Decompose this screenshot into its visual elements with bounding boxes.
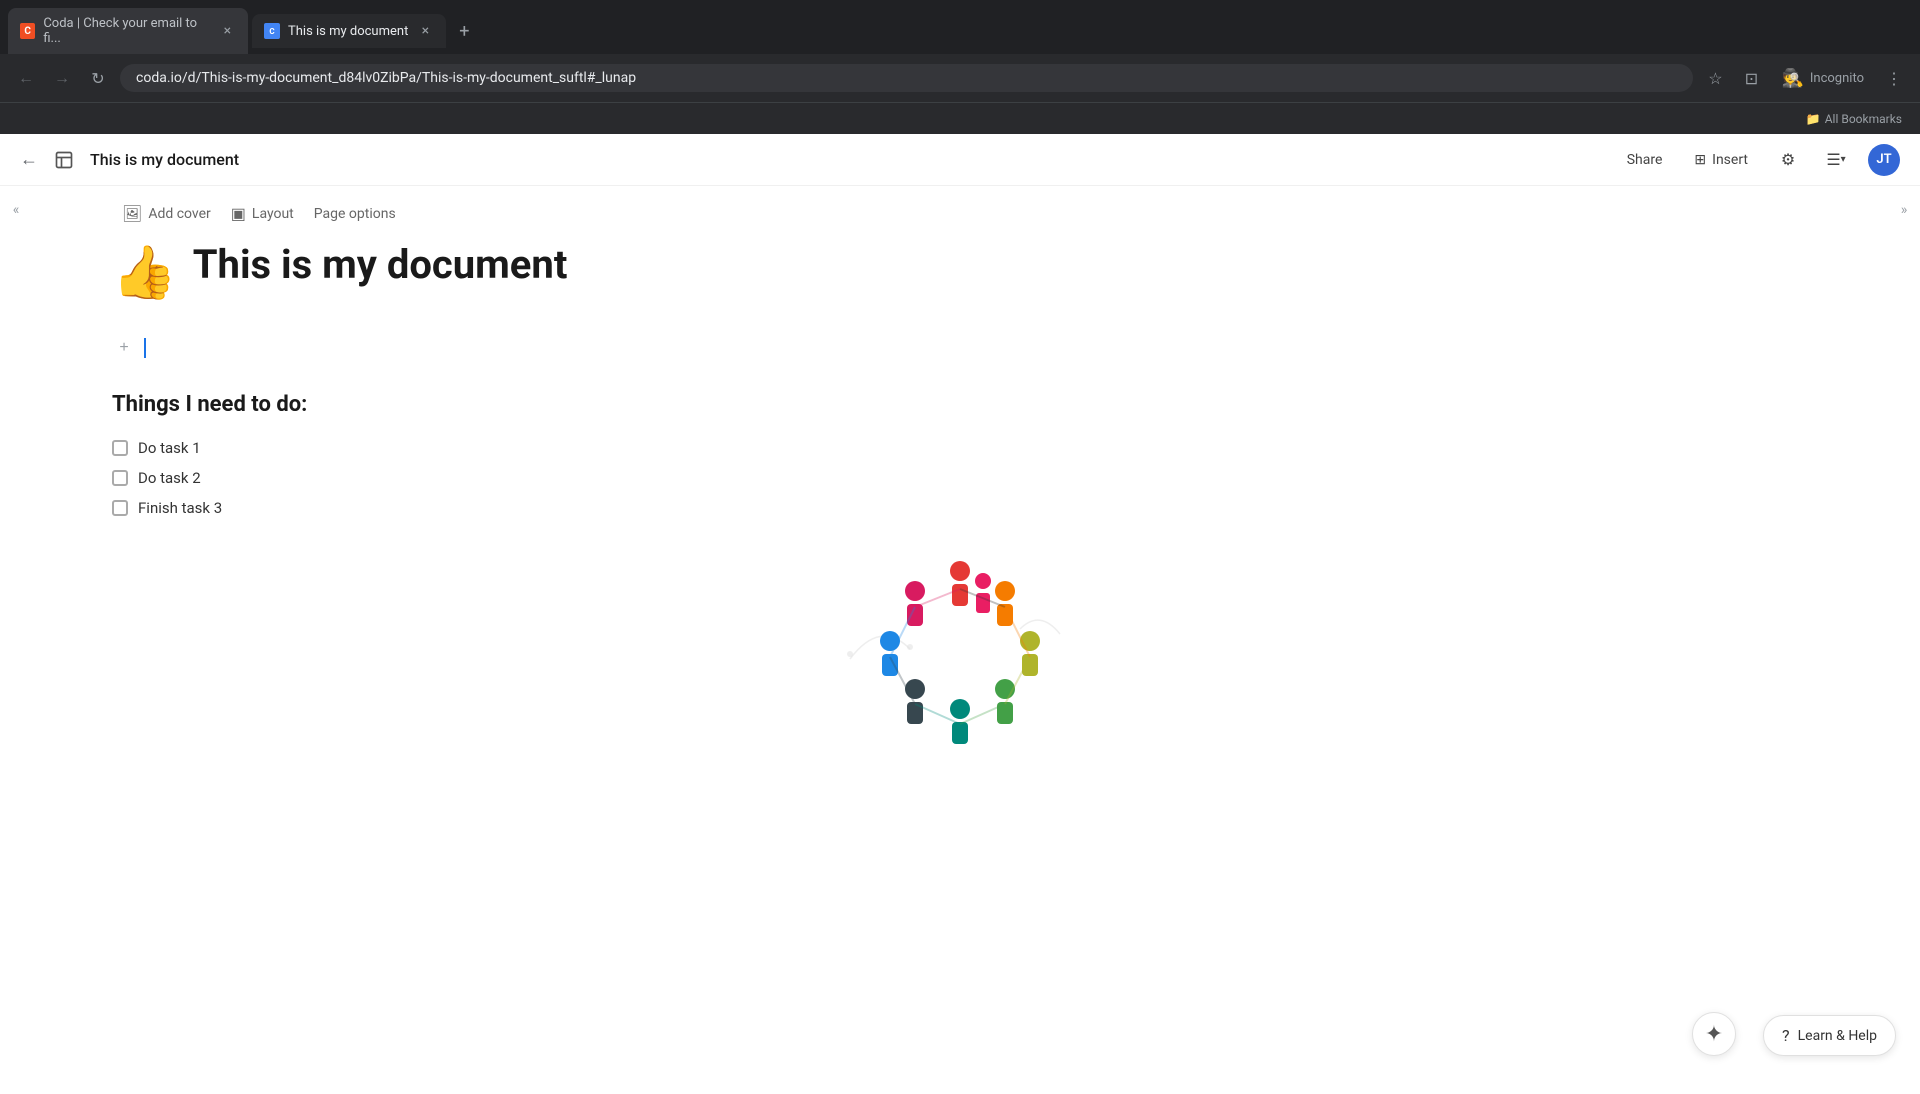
doc-emoji: 👍 [112,242,177,303]
doc-body: 👍 This is my document + Things I need to… [32,241,1888,759]
all-bookmarks[interactable]: 📁 All Bookmarks [1800,108,1908,130]
learn-help-label: Learn & Help [1798,1028,1877,1044]
app-container: ← This is my document Share ⊞ Insert ⚙ ☰… [0,134,1920,1094]
add-cover-label: Add cover [148,206,210,222]
checkbox-task-1[interactable] [112,440,128,456]
text-cursor [144,338,146,358]
checkbox-task-3[interactable] [112,500,128,516]
sparkle-button[interactable]: ✦ [1692,1012,1736,1056]
view-options-button[interactable]: ☰ ▾ [1820,144,1852,176]
content-area: 🖼 Add cover ▣ Layout Page options 👍 This… [32,186,1888,1094]
tab-label-my-document: This is my document [288,24,408,39]
checkbox-task-2[interactable] [112,470,128,486]
checklist-item-3: Finish task 3 [112,493,1808,523]
url-text: coda.io/d/This-is-my-document_d84lv0ZibP… [136,70,636,86]
incognito-label: Incognito [1810,71,1864,86]
cursor-line: + [112,336,1808,360]
user-avatar[interactable]: JT [1868,144,1900,176]
browser-chrome: C Coda | Check your email to fi... × C T… [0,0,1920,134]
back-button[interactable]: ← [12,64,40,92]
sidebar-collapse-icon: « [13,202,20,218]
insert-icon: ⊞ [1694,152,1706,168]
collab-illustration [820,539,1100,759]
bookmarks-folder-icon: 📁 [1806,112,1821,126]
settings-icon: ⚙ [1781,150,1795,169]
chevron-down-icon: ▾ [1841,154,1846,165]
task-2-label: Do task 2 [138,469,201,487]
tab-label-coda-email: Coda | Check your email to fi... [43,16,210,46]
sparkle-icon: ✦ [1705,1022,1723,1047]
doc-title-heading: This is my document [193,241,568,288]
settings-button[interactable]: ⚙ [1772,144,1804,176]
new-tab-button[interactable]: + [450,17,478,45]
tab-coda-email[interactable]: C Coda | Check your email to fi... × [8,8,248,54]
add-cover-button[interactable]: 🖼 Add cover [112,198,221,229]
insert-label: Insert [1712,152,1748,168]
doc-title: This is my document [90,150,1607,169]
tab-close-coda[interactable]: × [219,22,236,40]
nav-bar: ← → ↻ coda.io/d/This-is-my-document_d84l… [0,54,1920,102]
layout-button[interactable]: ▣ Layout [221,198,304,229]
section-heading: Things I need to do: [112,392,1808,417]
address-bar[interactable]: coda.io/d/This-is-my-document_d84lv0ZibP… [120,64,1693,92]
sidebar-toggle-button[interactable]: « [0,186,32,1094]
profile-icon[interactable]: ⊡ [1737,64,1765,92]
tab-my-document[interactable]: C This is my document × [252,14,446,48]
app-back-button[interactable]: ← [20,149,38,170]
bookmark-icon[interactable]: ☆ [1701,64,1729,92]
checklist-item-1: Do task 1 [112,433,1808,463]
layout-icon: ▣ [231,204,246,223]
tab-favicon-active: C [264,23,280,39]
page-options-label: Page options [314,206,396,222]
layout-label: Layout [252,206,294,222]
bookmarks-bar: 📁 All Bookmarks [0,102,1920,134]
add-cover-icon: 🖼 [122,204,142,223]
add-block-button[interactable]: + [112,336,136,360]
share-label: Share [1627,152,1663,168]
learn-help-icon: ? [1782,1026,1790,1045]
doc-icon [50,146,78,174]
learn-help-button[interactable]: ? Learn & Help [1763,1015,1896,1056]
forward-button[interactable]: → [48,64,76,92]
tab-favicon-coda: C [20,23,35,39]
reload-button[interactable]: ↻ [84,64,112,92]
view-icon: ☰ [1826,150,1840,169]
right-panel-collapse-icon: » [1901,202,1908,218]
app-header: ← This is my document Share ⊞ Insert ⚙ ☰… [0,134,1920,186]
page-options-button[interactable]: Page options [304,200,406,228]
all-bookmarks-label: All Bookmarks [1825,112,1902,126]
insert-button[interactable]: ⊞ Insert [1686,146,1756,174]
share-button[interactable]: Share [1619,146,1671,174]
checklist-item-2: Do task 2 [112,463,1808,493]
incognito-badge: 🕵 Incognito [1773,64,1872,93]
more-options-icon[interactable]: ⋮ [1880,64,1908,92]
tab-close-my-doc[interactable]: × [416,22,434,40]
doc-image-area [112,539,1808,759]
right-panel-toggle-button[interactable]: » [1888,186,1920,1094]
main-layout: « 🖼 Add cover ▣ Layout Page options [0,186,1920,1094]
header-actions: Share ⊞ Insert ⚙ ☰ ▾ JT [1619,144,1900,176]
tab-bar: C Coda | Check your email to fi... × C T… [0,0,1920,54]
checklist: Do task 1 Do task 2 Finish task 3 [112,433,1808,523]
task-3-label: Finish task 3 [138,499,222,517]
doc-toolbar: 🖼 Add cover ▣ Layout Page options [32,186,1888,241]
incognito-icon: 🕵 [1781,68,1803,89]
task-1-label: Do task 1 [138,439,201,457]
